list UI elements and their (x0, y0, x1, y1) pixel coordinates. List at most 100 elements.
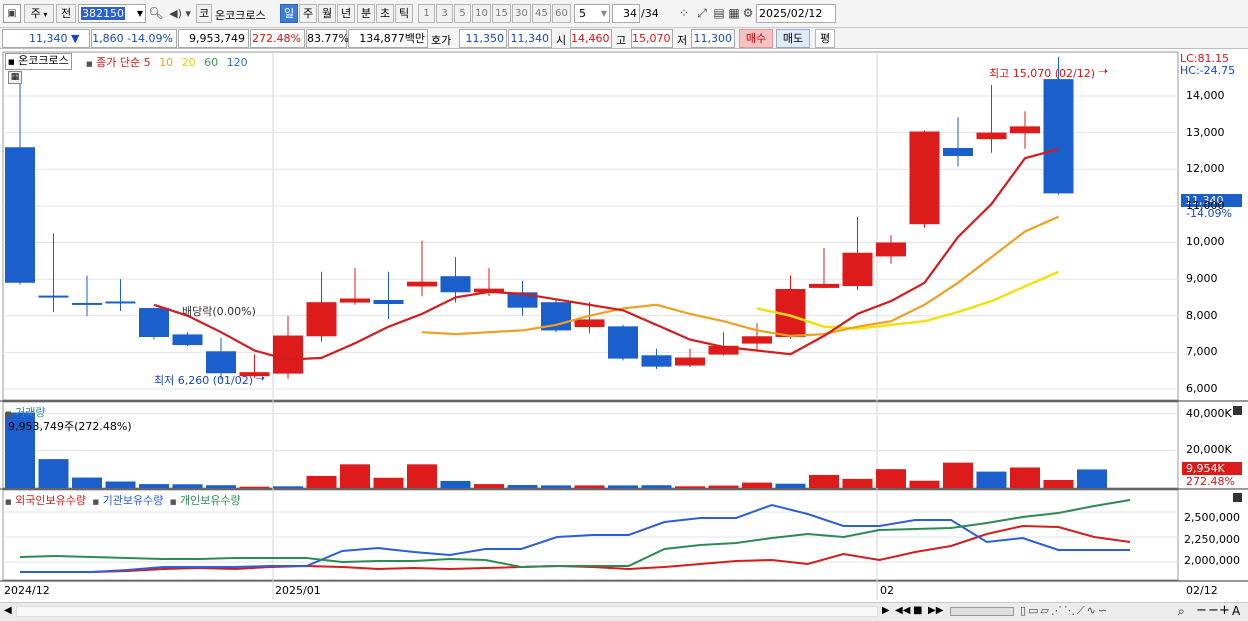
low-label: 저 (677, 34, 688, 47)
interval-30-button[interactable]: 30 (512, 4, 531, 23)
fast-forward-icon[interactable]: ▶▶ (928, 605, 943, 616)
volume-bar (1010, 467, 1040, 488)
period-minute-button[interactable]: 분 (357, 4, 375, 23)
search-icon[interactable]: 🔍︎ (148, 4, 164, 23)
interval-3-button[interactable]: 3 (436, 4, 453, 23)
table-view-icon[interactable]: ▦ (8, 71, 22, 84)
horizontal-scrollbar[interactable] (16, 606, 878, 617)
period-year-button[interactable]: 년 (337, 4, 355, 23)
volume-bar (72, 477, 102, 488)
prev-button[interactable]: 전 (56, 4, 76, 23)
period-day-button[interactable]: 일 (280, 4, 298, 23)
stock-tab[interactable]: ■ 온코크로스 (5, 53, 72, 70)
font-size-icon[interactable]: A (1232, 604, 1240, 618)
turnover-ratio: 83.77% (306, 29, 349, 48)
x-label-02: 02 (880, 584, 894, 597)
save-icon[interactable]: ▤ (712, 4, 726, 23)
interval-1-button[interactable]: 1 (418, 4, 435, 23)
rewind-icon[interactable]: ◀◀ (895, 605, 910, 616)
price-tick-label: 6,000 (1186, 382, 1218, 395)
minus-icon[interactable]: − (1208, 603, 1219, 618)
close-icon[interactable] (1233, 493, 1242, 502)
candle-body (976, 132, 1007, 140)
stop-icon[interactable]: ■ (913, 605, 922, 616)
volume-bar (943, 462, 973, 488)
price-tick-label: 13,000 (1186, 125, 1225, 139)
open-price: 14,460 (570, 29, 612, 48)
volume-bar (507, 485, 538, 488)
bullet-icon: ■ (92, 498, 100, 506)
candle-body (742, 336, 772, 344)
volume-tick-40000: 40,000K (1186, 407, 1232, 420)
interval-count-select[interactable]: 5 ▼ (574, 4, 610, 23)
candle-body (574, 319, 605, 328)
market-label: 주 (30, 7, 41, 20)
date-input[interactable]: 2025/02/12 (756, 4, 836, 23)
individual-holdings-label: 개인보유수량 (179, 494, 241, 507)
period-week-button[interactable]: 주 (299, 4, 317, 23)
stock-code-input[interactable]: 382150 ▼ (78, 4, 146, 23)
volume-bar (574, 485, 605, 488)
list-icon[interactable]: ▦ (728, 4, 740, 23)
bid-price: 11,340 (508, 29, 552, 48)
down-arrow-icon: ▼ (71, 32, 80, 45)
close-icon[interactable] (1233, 406, 1242, 415)
period-second-button[interactable]: 초 (376, 4, 394, 23)
price-change-pct: -14.09% (127, 32, 173, 45)
interval-15-button[interactable]: 15 (492, 4, 511, 23)
chart-area[interactable]: ■ 온코크로스 ■ 종가 단순 5 10 20 60 120 ▦ LC:81.1… (0, 50, 1248, 602)
page-input[interactable]: 34 (612, 4, 640, 23)
period-month-button[interactable]: 월 (318, 4, 336, 23)
window-menu-icon[interactable]: ▣ (3, 4, 21, 23)
bullet-icon: ■ (5, 498, 12, 506)
bullet-icon: ■ (5, 410, 12, 418)
volume-bar (976, 471, 1007, 488)
current-price-box: 11,340 ▼ (2, 29, 90, 48)
top-toolbar: ▣ 주 ▾ 전 382150 ▼ 🔍︎ ◀) ▾ 코 온코크로스 일 주 월 년… (0, 0, 1248, 28)
gear-icon[interactable]: ⚙ (741, 4, 755, 23)
trade-amount: 134,877백만 (348, 29, 428, 48)
low-price: 11,300 (691, 29, 735, 48)
interval-60-button[interactable]: 60 (552, 4, 571, 23)
scroll-right-icon[interactable]: ▶ (882, 605, 890, 616)
volume-bar (1077, 469, 1107, 488)
institution-holdings-label: 기관보유수량 (102, 494, 164, 507)
ma10-line (421, 215, 1059, 338)
drawing-tools-icon[interactable]: ▯▭▱⋰⋱⟋∿∽ (1020, 604, 1109, 618)
high-annotation: 최고 15,070 (02/12) (989, 67, 1096, 80)
price-panel (5, 56, 1074, 380)
draw-tool-icon[interactable]: ⤢ (694, 4, 710, 23)
volume-bar (172, 484, 203, 488)
candle-body (842, 252, 873, 287)
interval-45-button[interactable]: 45 (532, 4, 551, 23)
hc-label: HC:-24.75 (1180, 64, 1236, 77)
scroll-left-icon[interactable]: ◀ (4, 605, 12, 616)
zoom-out-icon[interactable]: − (1196, 603, 1207, 618)
zoom-in-icon[interactable]: + (1219, 603, 1230, 618)
dots-icon[interactable]: ⁘ (676, 4, 692, 23)
change-box: 1,860 -14.09% (91, 29, 177, 48)
zoom-slider[interactable] (950, 607, 1014, 616)
candle-body (5, 147, 35, 283)
candle-body (172, 334, 203, 346)
zoom-search-icon[interactable]: ⌕ (1178, 604, 1185, 619)
count-dropdown-icon[interactable]: ▼ (601, 5, 607, 22)
market-select[interactable]: 주 ▾ (24, 4, 54, 23)
sell-button[interactable]: 매도 (776, 29, 810, 48)
arrow-right-icon: ➝ (1098, 64, 1109, 78)
code-dropdown-icon[interactable]: ▼ (137, 5, 143, 22)
avg-button[interactable]: 평 (815, 29, 835, 48)
candle-body (206, 351, 236, 374)
bid-label: 호가 (431, 34, 452, 47)
interval-10-button[interactable]: 10 (472, 4, 491, 23)
market-badge: 코 (196, 4, 212, 23)
speaker-icon[interactable]: ◀) ▾ (166, 4, 194, 23)
buy-button[interactable]: 매수 (739, 29, 773, 48)
low-annotation: 최저 6,260 (01/02) (154, 374, 254, 387)
period-tick-button[interactable]: 틱 (395, 4, 413, 23)
interval-5-button[interactable]: 5 (454, 4, 471, 23)
foreign-holdings-label: 외국인보유수량 (15, 494, 86, 507)
ma60-label: 60 (204, 56, 219, 69)
individual-holdings-line (19, 499, 1131, 569)
ask-price: 11,350 (459, 29, 507, 48)
